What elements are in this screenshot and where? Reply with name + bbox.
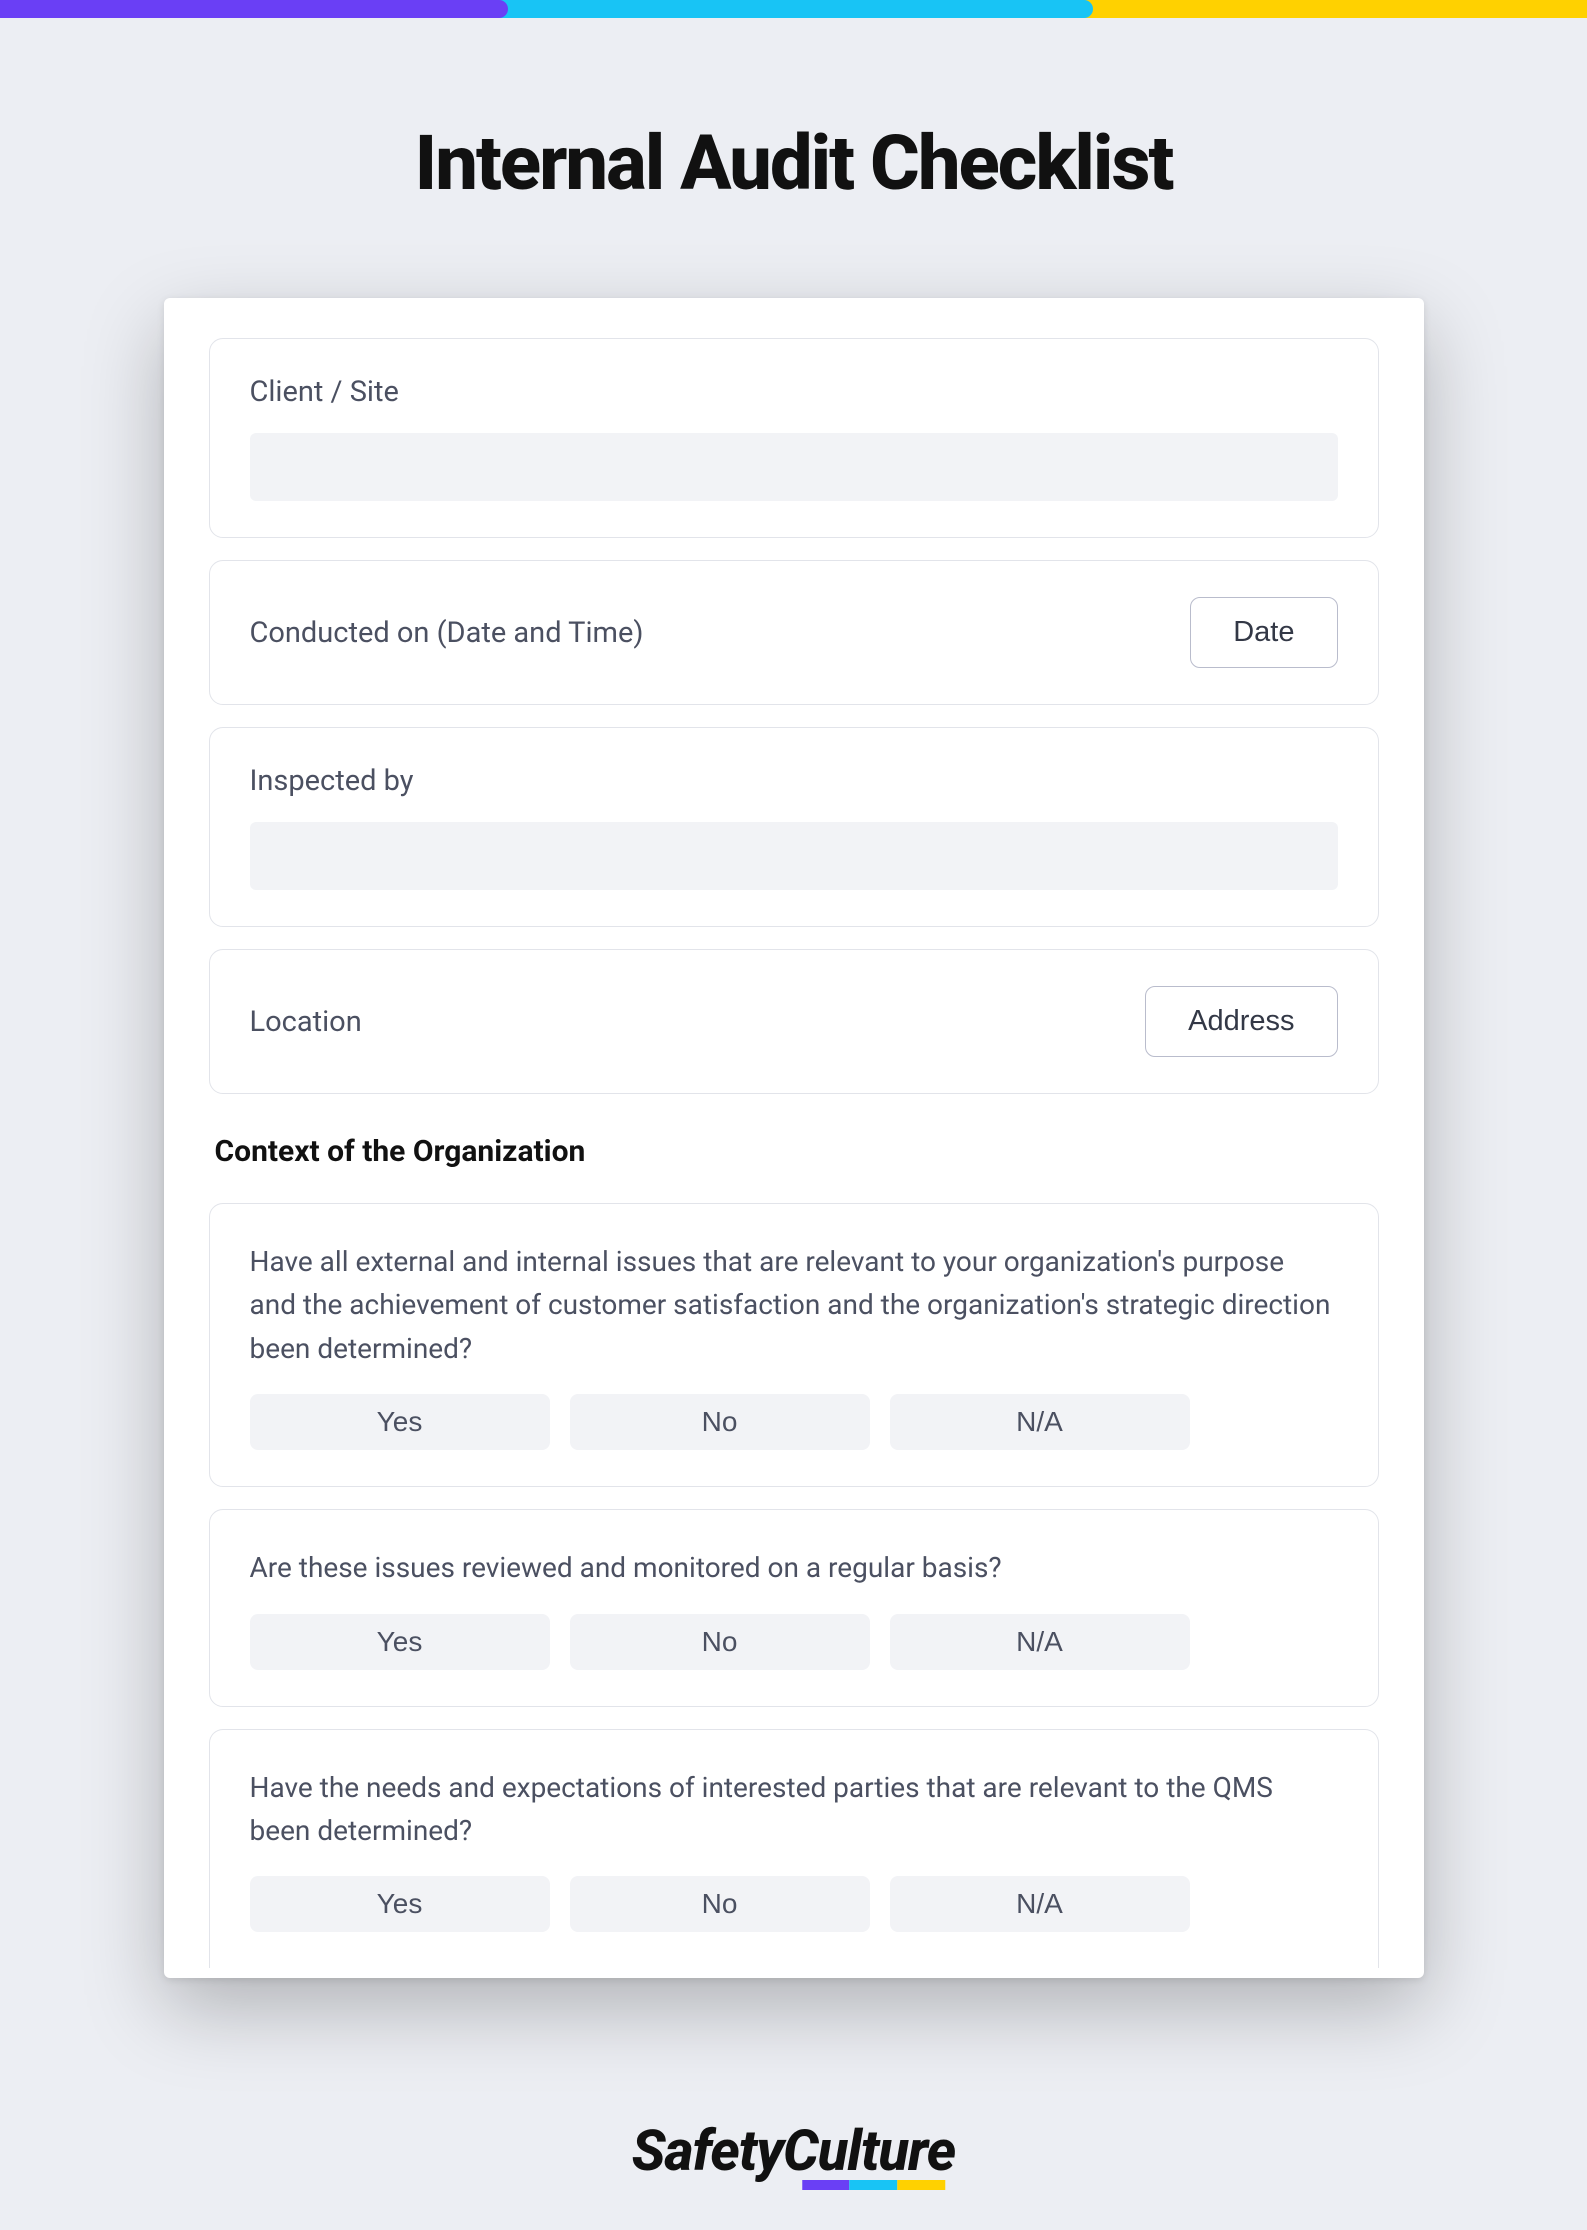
question-card-0: Have all external and internal issues th… — [209, 1203, 1379, 1487]
question-text: Have all external and internal issues th… — [250, 1240, 1338, 1370]
option-yes[interactable]: Yes — [250, 1876, 550, 1932]
question-text: Are these issues reviewed and monitored … — [250, 1546, 1338, 1589]
form-container: Client / Site Conducted on (Date and Tim… — [164, 298, 1424, 1978]
field-inspected-by: Inspected by — [209, 727, 1379, 927]
option-yes[interactable]: Yes — [250, 1614, 550, 1670]
client-site-label: Client / Site — [250, 375, 1338, 409]
option-no[interactable]: No — [570, 1876, 870, 1932]
question-text: Have the needs and expectations of inter… — [250, 1766, 1338, 1853]
stripe-cyan — [490, 0, 1093, 18]
option-no[interactable]: No — [570, 1614, 870, 1670]
brand-underline — [802, 2180, 945, 2190]
location-label: Location — [250, 1005, 362, 1039]
field-conducted-on: Conducted on (Date and Time) Date — [209, 560, 1379, 705]
brand-text: SafetyCulture — [632, 2118, 955, 2184]
section-heading: Context of the Organization — [215, 1134, 1379, 1169]
question-card-2: Have the needs and expectations of inter… — [209, 1729, 1379, 1969]
option-na[interactable]: N/A — [890, 1614, 1190, 1670]
inspected-by-label: Inspected by — [250, 764, 1338, 798]
option-na[interactable]: N/A — [890, 1394, 1190, 1450]
top-accent-stripe — [0, 0, 1587, 18]
brand-logo: SafetyCulture — [632, 2118, 955, 2184]
page-title: Internal Audit Checklist — [0, 118, 1587, 208]
option-no[interactable]: No — [570, 1394, 870, 1450]
option-yes[interactable]: Yes — [250, 1394, 550, 1450]
stripe-yellow — [1075, 0, 1587, 18]
option-na[interactable]: N/A — [890, 1876, 1190, 1932]
field-location: Location Address — [209, 949, 1379, 1094]
inspected-by-input[interactable] — [250, 822, 1338, 890]
field-client-site: Client / Site — [209, 338, 1379, 538]
option-row: Yes No N/A — [250, 1876, 1338, 1932]
question-card-1: Are these issues reviewed and monitored … — [209, 1509, 1379, 1706]
date-button[interactable]: Date — [1190, 597, 1337, 668]
address-button[interactable]: Address — [1145, 986, 1337, 1057]
stripe-purple — [0, 0, 508, 18]
option-row: Yes No N/A — [250, 1394, 1338, 1450]
conducted-on-label: Conducted on (Date and Time) — [250, 616, 644, 650]
option-row: Yes No N/A — [250, 1614, 1338, 1670]
client-site-input[interactable] — [250, 433, 1338, 501]
